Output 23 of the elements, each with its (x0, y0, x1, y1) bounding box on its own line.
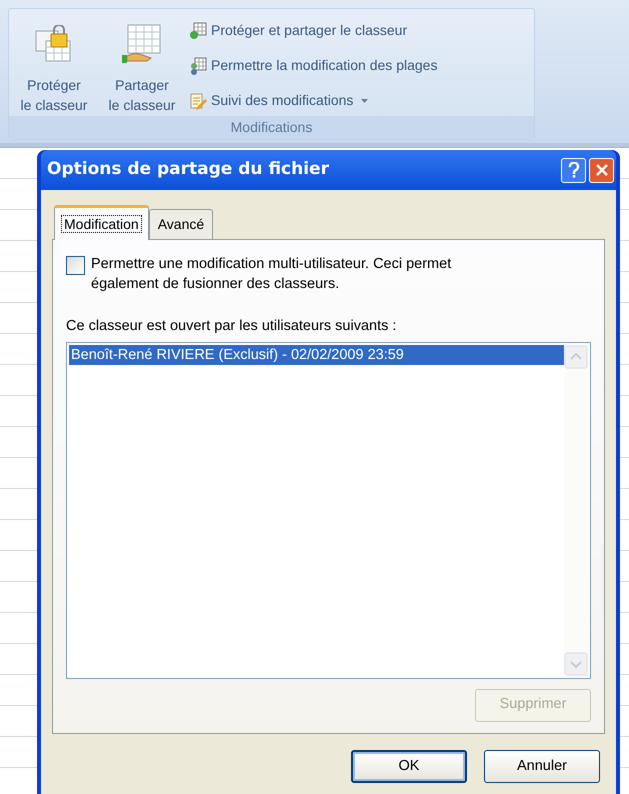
ribbon-button[interactable]: Suivi des modifications (189, 85, 438, 116)
list-label: Ce classeur est ouvert par les utilisateurs suivants : (66, 317, 398, 336)
tab[interactable]: Avancé (148, 209, 214, 239)
group-label: Modifications (230, 118, 312, 137)
checkbox-label: Permettre une modification multi-utilisateur. Ceci permet également de fusionner des classeurs. (91, 255, 452, 294)
dialog-button[interactable]: Annuler (484, 750, 600, 783)
caret-icon (361, 98, 368, 102)
ribbon-large-button[interactable]: Partager le classeur (99, 15, 185, 116)
sheet-users-icon (189, 56, 207, 74)
window-title: Options de partage du fichier (47, 158, 330, 182)
close-icon (594, 163, 608, 177)
help-icon (568, 162, 580, 178)
help-button[interactable] (561, 158, 586, 182)
checkbox[interactable] (66, 256, 85, 275)
ribbon-large-button[interactable]: Protéger le classeur (11, 15, 97, 116)
tab[interactable]: Modification (54, 205, 149, 240)
dialog-button[interactable]: OK (351, 750, 467, 783)
ribbon-button[interactable]: Permettre la modification des plages (189, 50, 438, 81)
list-item[interactable]: Benoît-René RIVIERE (Exclusif) - 02/02/2009 23:59 (69, 344, 564, 365)
document-pencil-icon (189, 92, 207, 110)
ribbon-button[interactable]: Protéger et partager le classeur (189, 15, 438, 46)
sheet-lock-icon (189, 22, 207, 40)
close-button[interactable] (589, 158, 614, 182)
